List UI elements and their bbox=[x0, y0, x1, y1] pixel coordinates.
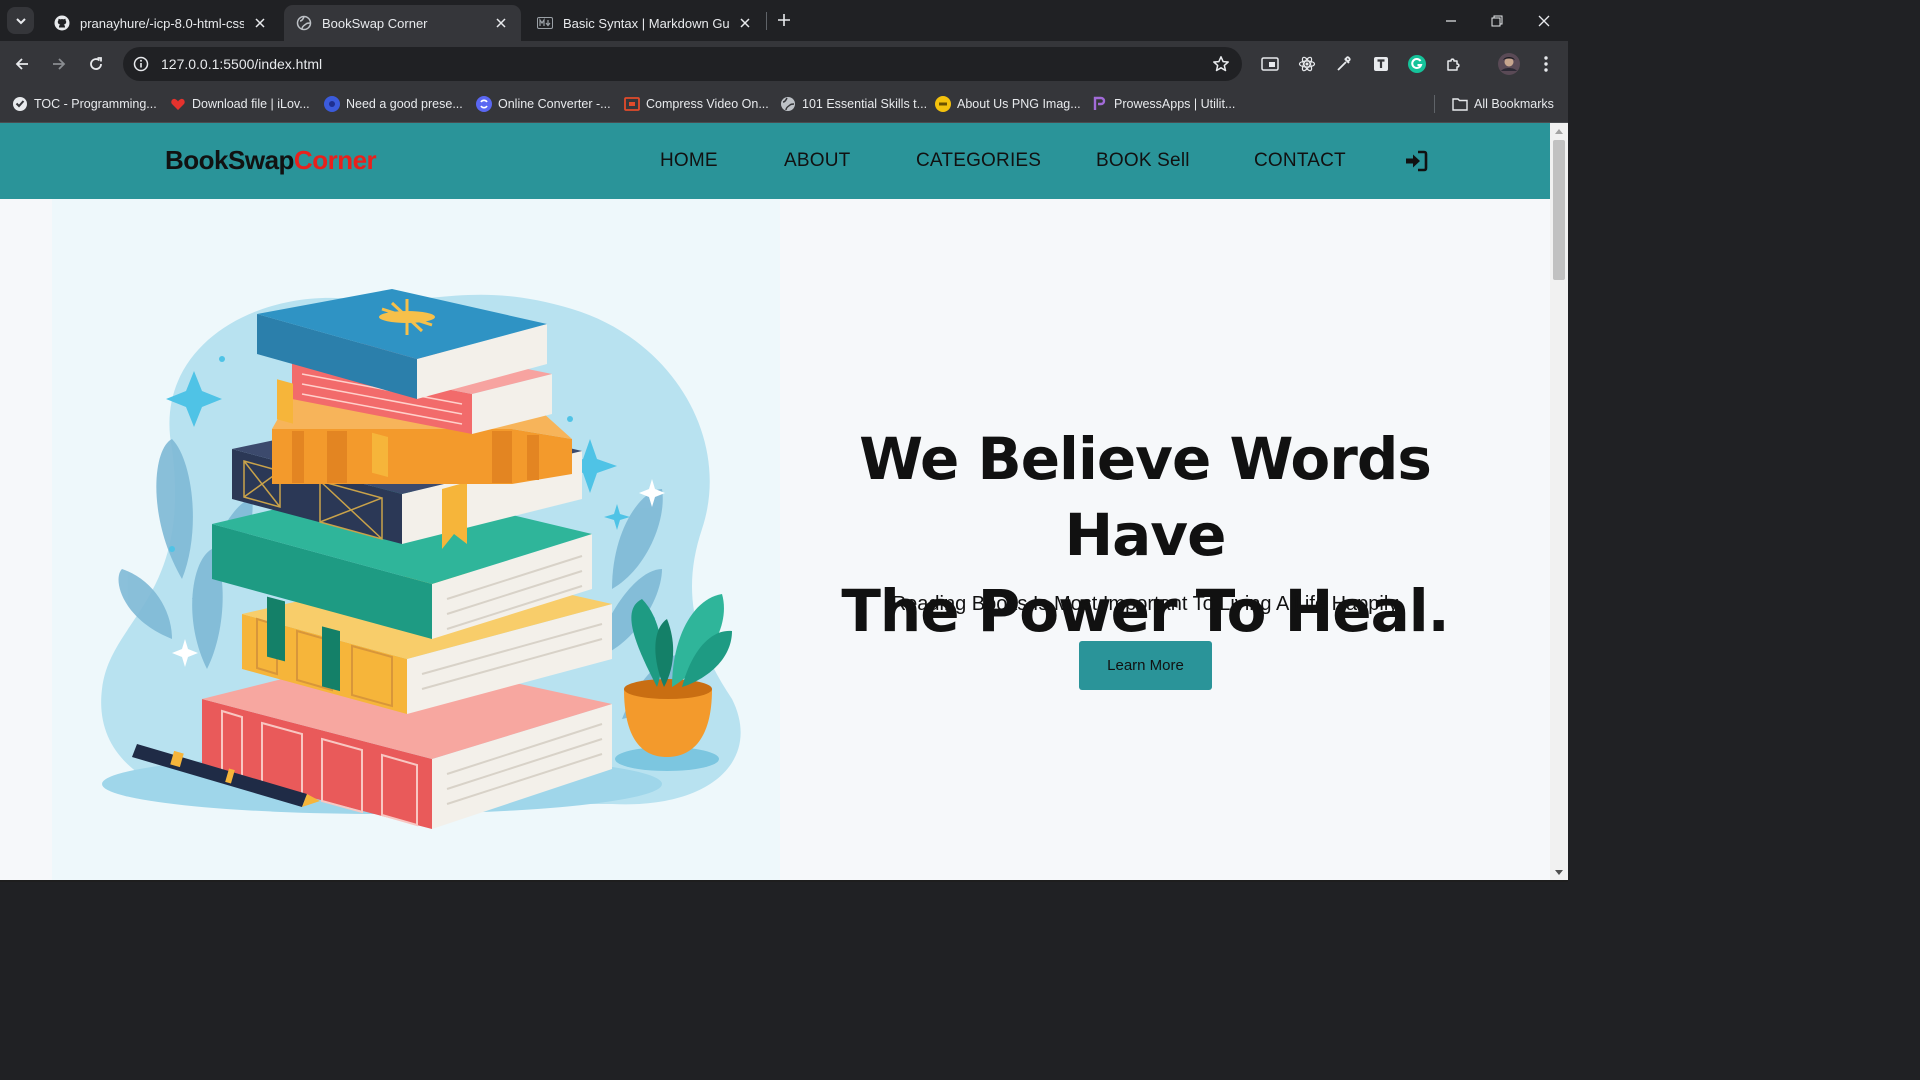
chevron-down-icon bbox=[15, 17, 26, 24]
restore-button[interactable] bbox=[1474, 0, 1520, 41]
grammarly-icon[interactable] bbox=[1407, 54, 1427, 74]
arrow-right-icon bbox=[53, 58, 66, 70]
bookmark-item[interactable]: Need a good prese... bbox=[324, 94, 463, 114]
github-icon bbox=[54, 15, 70, 31]
bookmark-star-icon[interactable] bbox=[1212, 55, 1230, 73]
tab-separator bbox=[766, 12, 767, 30]
page-scrollbar[interactable] bbox=[1550, 123, 1568, 882]
nav-home-link[interactable]: HOME bbox=[660, 150, 718, 172]
tab-markdown-guide[interactable]: Basic Syntax | Markdown Guide bbox=[525, 5, 765, 41]
more-menu-icon[interactable] bbox=[1536, 54, 1556, 74]
arrow-left-icon bbox=[15, 58, 28, 70]
site-navbar: BookSwapCorner HOME ABOUT CATEGORIES BOO… bbox=[0, 123, 1550, 199]
plus-icon bbox=[778, 14, 790, 26]
tab-bookswap[interactable]: BookSwap Corner bbox=[284, 5, 521, 41]
close-window-button[interactable] bbox=[1521, 0, 1567, 41]
prowess-icon bbox=[1092, 96, 1108, 112]
new-tab-button[interactable] bbox=[774, 10, 794, 30]
text-tool-icon[interactable] bbox=[1371, 54, 1391, 74]
close-icon[interactable] bbox=[737, 15, 753, 31]
bookmark-item[interactable]: Online Converter -... bbox=[476, 94, 611, 114]
minimize-button[interactable] bbox=[1428, 0, 1474, 41]
hero-illustration-panel bbox=[52, 199, 780, 882]
browser-toolbar: 127.0.0.1:5500/index.html bbox=[0, 41, 1568, 86]
bookmark-item[interactable]: Download file | iLov... bbox=[170, 94, 310, 114]
nav-book-sell-link[interactable]: BOOK Sell bbox=[1096, 150, 1190, 172]
all-bookmarks-button[interactable]: All Bookmarks bbox=[1452, 94, 1554, 114]
tab-title: pranayhure/-icp-8.0-html-css-g bbox=[80, 15, 244, 31]
presentation-icon bbox=[324, 96, 340, 112]
hero-title-line-1: We Believe Words Have bbox=[859, 425, 1432, 569]
minimize-icon bbox=[1446, 19, 1456, 22]
site-info-icon[interactable] bbox=[132, 55, 150, 73]
tab-title: Basic Syntax | Markdown Guide bbox=[563, 15, 729, 31]
hero-text-panel: We Believe Words Have The Power To Heal.… bbox=[780, 199, 1550, 882]
markdown-icon bbox=[537, 15, 553, 31]
url-text[interactable]: 127.0.0.1:5500/index.html bbox=[161, 56, 322, 72]
close-icon[interactable] bbox=[493, 15, 509, 31]
scrollbar-thumb[interactable] bbox=[1553, 140, 1565, 280]
bookmarks-separator bbox=[1434, 95, 1435, 113]
restore-icon bbox=[1491, 15, 1503, 26]
extensions-puzzle-icon[interactable] bbox=[1444, 54, 1464, 74]
bookmark-item[interactable]: 101 Essential Skills t... bbox=[780, 94, 927, 114]
nav-about-link[interactable]: ABOUT bbox=[784, 150, 850, 172]
tab-search-button[interactable] bbox=[7, 7, 34, 34]
bookmark-item[interactable]: ProwessApps | Utilit... bbox=[1092, 94, 1235, 114]
hero-subtitle: Reading Books Is Most Important To Livin… bbox=[891, 593, 1399, 615]
scroll-up-arrow-icon[interactable] bbox=[1554, 126, 1564, 136]
tab-title: BookSwap Corner bbox=[322, 15, 428, 31]
reload-button[interactable] bbox=[82, 50, 110, 78]
converter-icon bbox=[476, 96, 492, 112]
web-page: BookSwapCorner HOME ABOUT CATEGORIES BOO… bbox=[0, 123, 1550, 882]
eyedropper-icon[interactable] bbox=[1334, 54, 1354, 74]
sign-in-icon[interactable] bbox=[1404, 150, 1428, 172]
bookmark-item[interactable]: About Us PNG Imag... bbox=[935, 94, 1081, 114]
png-icon bbox=[935, 96, 951, 112]
address-bar[interactable]: 127.0.0.1:5500/index.html bbox=[123, 47, 1242, 81]
site-logo[interactable]: BookSwapCorner bbox=[165, 145, 377, 176]
nav-contact-link[interactable]: CONTACT bbox=[1254, 150, 1346, 172]
book-stack-illustration bbox=[101, 289, 741, 829]
tab-github[interactable]: pranayhure/-icp-8.0-html-css-g bbox=[42, 5, 280, 41]
heart-icon bbox=[170, 96, 186, 112]
back-button[interactable] bbox=[8, 50, 36, 78]
cast-screen-icon[interactable] bbox=[1260, 54, 1280, 74]
learn-more-button[interactable]: Learn More bbox=[1079, 641, 1212, 690]
bookmark-item[interactable]: TOC - Programming... bbox=[12, 94, 157, 114]
forward-button[interactable] bbox=[45, 50, 73, 78]
nav-categories-link[interactable]: CATEGORIES bbox=[916, 150, 1041, 172]
scroll-down-arrow-icon[interactable] bbox=[1554, 868, 1564, 878]
toc-icon bbox=[12, 96, 28, 112]
bookmarks-bar: TOC - Programming... Download file | iLo… bbox=[0, 86, 1568, 123]
reload-icon bbox=[90, 57, 102, 70]
tab-strip: pranayhure/-icp-8.0-html-css-g BookSwap … bbox=[0, 0, 1568, 41]
close-icon bbox=[1538, 15, 1550, 26]
close-icon[interactable] bbox=[252, 15, 268, 31]
react-devtools-icon[interactable] bbox=[1297, 54, 1317, 74]
profile-avatar[interactable] bbox=[1497, 52, 1521, 76]
video-icon bbox=[624, 96, 640, 112]
globe-icon bbox=[780, 96, 796, 112]
window-bottom-border bbox=[0, 880, 1568, 882]
globe-icon bbox=[296, 15, 312, 31]
folder-icon bbox=[1452, 96, 1468, 112]
bookmark-item[interactable]: Compress Video On... bbox=[624, 94, 769, 114]
